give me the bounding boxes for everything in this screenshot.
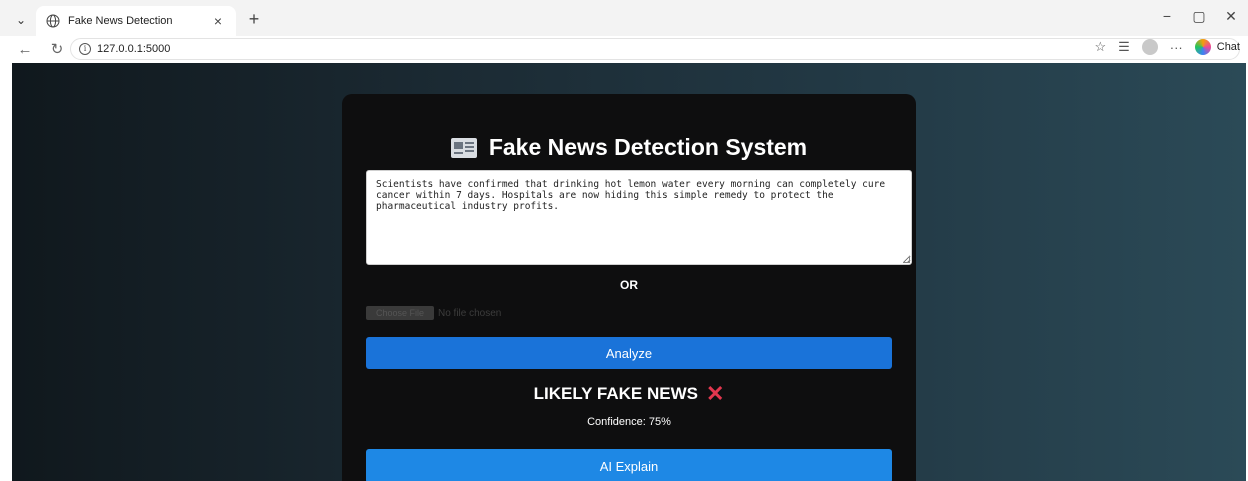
back-icon: ← <box>17 40 33 58</box>
choose-file-button[interactable]: Choose File <box>366 306 434 320</box>
favorite-icon[interactable]: ☆ <box>1094 39 1106 55</box>
favorites-list-icon[interactable]: ☰ <box>1118 39 1130 55</box>
cross-icon: ✕ <box>705 381 725 406</box>
minimize-button[interactable]: − <box>1152 8 1182 24</box>
window-close-button[interactable]: ✕ <box>1216 8 1246 25</box>
globe-icon <box>46 14 60 28</box>
page-viewport: Fake News Detection System Scientists ha… <box>12 63 1246 481</box>
page-title: Fake News Detection System <box>342 134 916 161</box>
address-bar: ← ↻ i 127.0.0.1:5000 <box>0 36 1248 62</box>
ai-explain-button[interactable]: AI Explain <box>366 449 892 481</box>
verdict: LIKELY FAKE NEWS ✕ <box>342 381 916 406</box>
file-upload: Choose File No file chosen <box>366 306 501 320</box>
news-text-input[interactable]: Scientists have confirmed that drinking … <box>366 170 912 265</box>
more-icon[interactable]: ··· <box>1170 40 1183 55</box>
resize-handle[interactable] <box>903 256 910 263</box>
browser-tab[interactable]: Fake News Detection × <box>36 6 236 36</box>
browser-toolbar: ☆ ☰ ··· Chat <box>1094 39 1240 55</box>
copilot-icon[interactable] <box>1194 39 1211 55</box>
page-title-text: Fake News Detection System <box>488 134 808 160</box>
info-icon[interactable]: i <box>79 43 91 55</box>
confidence-score: Confidence: 75% <box>587 416 671 428</box>
url-text: 127.0.0.1:5000 <box>97 43 171 55</box>
tab-close-button[interactable]: × <box>210 13 226 29</box>
newspaper-icon <box>450 137 477 158</box>
file-status: No file chosen <box>438 307 502 319</box>
verdict-text: LIKELY FAKE NEWS <box>533 384 698 403</box>
analyze-button[interactable]: Analyze <box>366 337 892 369</box>
maximize-button[interactable]: ▢ <box>1184 8 1214 25</box>
new-tab-button[interactable]: + <box>242 8 266 30</box>
url-field[interactable]: i 127.0.0.1:5000 <box>70 38 1240 60</box>
back-button[interactable]: ← <box>14 38 36 60</box>
refresh-button[interactable]: ↻ <box>46 38 68 60</box>
profile-icon[interactable] <box>1141 39 1158 55</box>
chat-button[interactable]: Chat <box>1217 41 1240 53</box>
refresh-icon: ↻ <box>50 41 64 58</box>
tab-list-button[interactable]: ⌄ <box>10 10 32 30</box>
detector-card: Fake News Detection System Scientists ha… <box>342 94 916 481</box>
or-separator: OR <box>620 278 638 292</box>
chevron-down-icon: ⌄ <box>15 13 27 27</box>
tab-bar: ⌄ Fake News Detection × + − ▢ ✕ <box>0 0 1248 36</box>
tab-title: Fake News Detection <box>68 15 173 27</box>
